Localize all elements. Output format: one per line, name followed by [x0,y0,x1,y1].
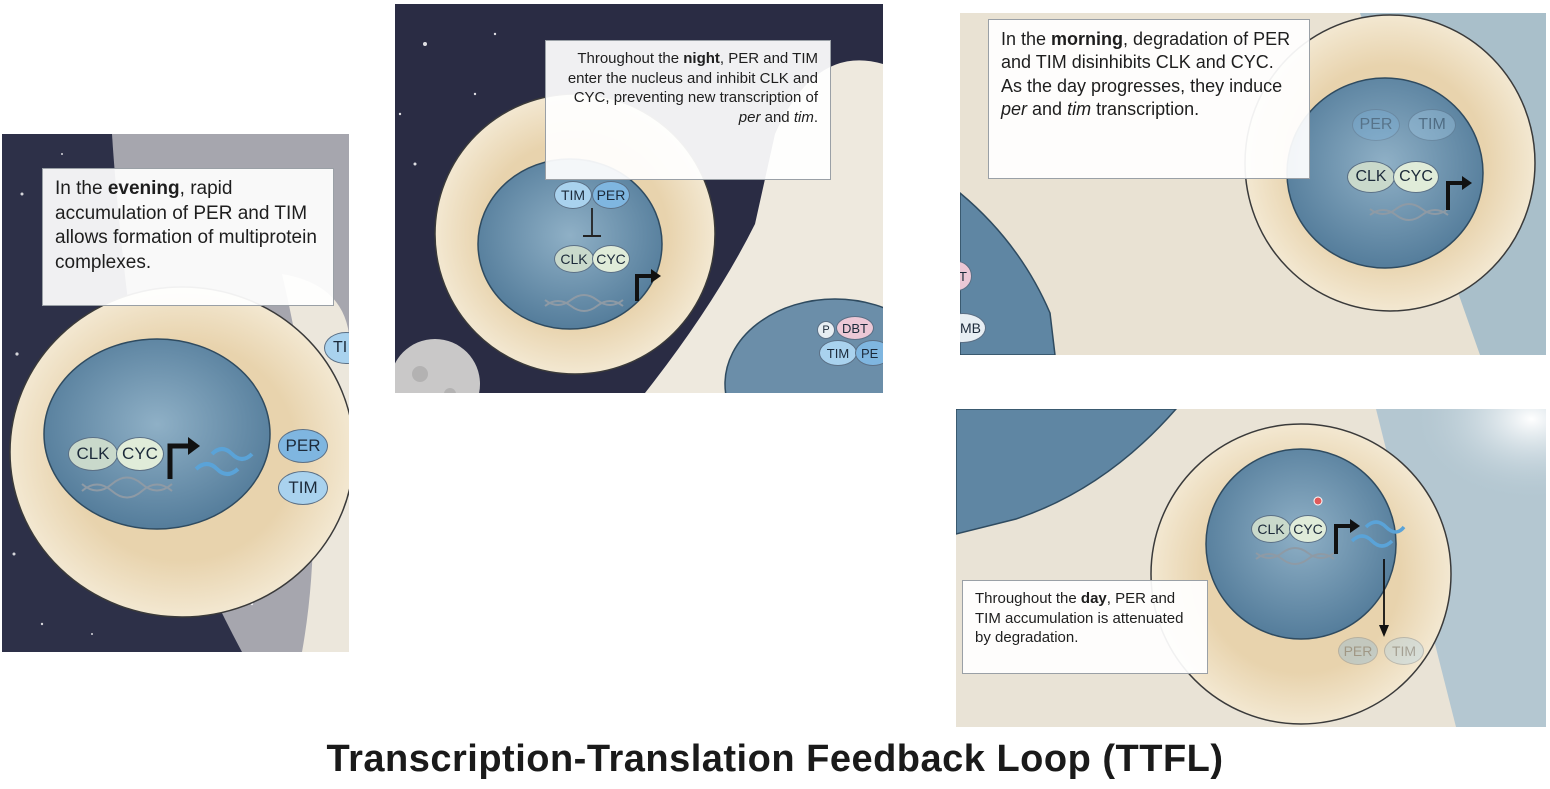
nucleus [43,338,271,530]
caption-gene: per [738,108,761,126]
tim-protein-2: TIM [819,340,857,366]
caption-emphasis: day [1080,590,1107,607]
clk-protein: CLK [1251,515,1291,543]
caption-text: In the [1001,29,1052,49]
cyc-protein: CYC [116,437,164,471]
dbt-protein: DBT [836,316,874,340]
caption-gene: per [1001,99,1028,120]
per-protein: PER [592,181,630,209]
cyc-protein: CYC [592,245,630,273]
page-title: Transcription-Translation Feedback Loop … [326,738,1224,780]
caption-day: Throughout the day, PER and TIM accumula… [962,580,1208,674]
caption-gene: tim [1067,99,1092,120]
nucleus [1205,448,1397,640]
caption-text: In the [55,178,108,199]
phosphate-tag: P [817,321,835,339]
caption-text: and [760,108,794,126]
clk-protein: CLK [554,245,594,273]
tim-protein-degraded: TIM [1384,637,1424,665]
caption-gene: tim [793,108,814,126]
caption-night: Throughout the night, PER and TIM enter … [545,40,831,180]
tim-protein: TIM [278,471,328,505]
caption-morning: In the morning, degradation of PER and T… [988,19,1310,179]
caption-evening: In the evening, rapid accumulation of PE… [42,168,334,306]
per-protein: PER [278,429,328,463]
marker-dot-icon [1313,496,1323,506]
per-protein-edge: PE [855,340,883,366]
caption-emphasis: evening [107,178,180,199]
clk-protein: CLK [68,437,118,471]
panel-night: Throughout the night, PER and TIM enter … [395,4,883,393]
panel-morning: In the morning, degradation of PER and T… [960,13,1546,355]
caption-emphasis: night [683,50,720,67]
per-protein-degraded: PER [1352,109,1400,141]
day-illustration [956,409,1546,727]
caption-text: transcription. [1091,99,1200,120]
tim-protein-degraded: TIM [1408,109,1456,141]
panel-evening: In the evening, rapid accumulation of PE… [2,134,349,652]
caption-text: Throughout the [975,590,1081,607]
clk-protein: CLK [1347,161,1395,193]
cyc-protein: CYC [1289,515,1327,543]
cyc-protein: CYC [1393,161,1439,193]
panel-day: Throughout the day, PER and TIM accumula… [956,409,1546,727]
caption-text: . [813,108,818,126]
tim-protein: TIM [554,181,592,209]
caption-text: and [1027,99,1068,120]
per-protein-degraded: PER [1338,637,1378,665]
caption-text: Throughout the [577,50,684,67]
caption-emphasis: morning [1051,29,1124,49]
